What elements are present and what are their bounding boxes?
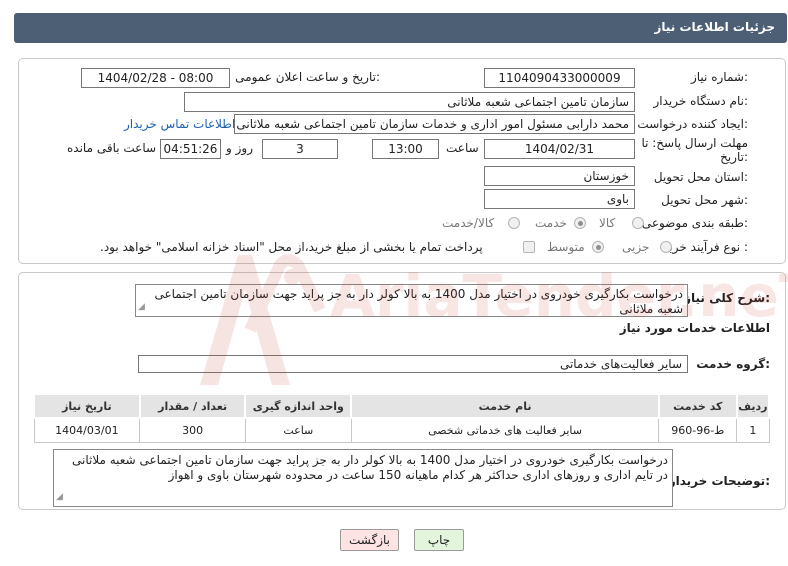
process-option-medium-radio[interactable]	[592, 241, 604, 253]
services-table: ردیف کد خدمت نام خدمت واحد اندازه گیری ت…	[33, 393, 771, 443]
creator-field[interactable]: محمد دارابی مسئول امور اداری و خدمات ساز…	[234, 114, 635, 134]
announce-field[interactable]: 1404/02/28 - 08:00	[81, 68, 230, 88]
buyer-label: نام دستگاه خریدار:	[653, 94, 749, 108]
category-label: طبقه بندی موضوعی:	[641, 216, 748, 230]
summary-text: درخواست بکارگیری خودروی در اختیار مدل 14…	[154, 287, 683, 316]
deadline-time-label: ساعت	[446, 141, 479, 155]
province-label: استان محل تحویل:	[653, 170, 748, 184]
category-option-goods-radio[interactable]	[632, 217, 644, 229]
cell-service-name: سایر فعالیت های خدماتی شخصی	[350, 417, 660, 443]
process-label: نوع فرآیند خرید :	[663, 240, 748, 254]
buyer-field[interactable]: سازمان تامین اجتماعی شعبه ملاثانی	[184, 92, 635, 112]
process-option-medium-label: متوسط	[547, 240, 585, 254]
column-header-row-number: ردیف	[735, 393, 771, 419]
resize-grip-icon[interactable]: ◢	[56, 490, 63, 505]
column-header-unit: واحد اندازه گیری	[244, 393, 353, 419]
need-info-panel	[18, 58, 786, 264]
category-option-goods-label: کالا	[599, 216, 616, 230]
summary-textarea[interactable]: درخواست بکارگیری خودروی در اختیار مدل 14…	[135, 284, 688, 317]
deadline-label: مهلت ارسال پاسخ: تا	[641, 136, 748, 150]
announce-label: تاریخ و ساعت اعلان عمومی:	[235, 70, 380, 84]
category-option-service-radio[interactable]	[574, 217, 586, 229]
category-option-service-label: خدمت	[535, 216, 567, 230]
time-remaining-label: ساعت باقی مانده	[67, 141, 157, 155]
buyer-notes-label: توضیحات خریدار:	[668, 474, 770, 488]
buyer-notes-text: درخواست بکارگیری خودروی در اختیار مدل 14…	[72, 453, 668, 482]
need-number-label: شماره نیاز:	[690, 70, 748, 84]
service-group-field[interactable]: سایر فعالیت‌های خدماتی	[138, 355, 688, 373]
cell-quantity: 300	[139, 417, 246, 443]
column-header-service-code: کد خدمت	[657, 393, 738, 419]
summary-label: شرح کلی نیاز:	[684, 291, 770, 305]
need-number-field[interactable]: 1104090433000009	[484, 68, 635, 88]
treasury-payment-checkbox[interactable]	[523, 241, 535, 253]
process-option-minor-radio[interactable]	[660, 241, 672, 253]
category-option-both-radio[interactable]	[508, 217, 520, 229]
treasury-payment-note: پرداخت تمام یا بخشی از مبلغ خرید،از محل …	[100, 240, 483, 254]
buyer-notes-textarea[interactable]: درخواست بکارگیری خودروی در اختیار مدل 14…	[53, 449, 673, 507]
province-field[interactable]: خوزستان	[484, 166, 635, 186]
back-button[interactable]: بازگشت	[340, 529, 399, 551]
buyer-contact-link[interactable]: اطلاعات تماس خریدار	[124, 117, 235, 131]
days-remaining-field[interactable]: 3	[262, 139, 338, 159]
cell-service-code: ط-96-960	[658, 417, 738, 443]
process-option-minor-label: جزیی	[622, 240, 650, 254]
resize-grip-icon[interactable]: ◢	[138, 300, 145, 315]
service-group-label: گروه خدمت:	[696, 357, 770, 371]
services-section-title: اطلاعات خدمات مورد نیاز	[619, 321, 770, 335]
page-header: جزئیات اطلاعات نیاز	[14, 13, 787, 43]
cell-need-date: 1404/03/01	[33, 417, 141, 443]
column-header-quantity: تعداد / مقدار	[138, 393, 247, 419]
page-title: جزئیات اطلاعات نیاز	[654, 20, 775, 34]
creator-label: ایجاد کننده درخواست:	[637, 117, 748, 131]
cell-row-number: 1	[736, 417, 770, 443]
column-header-service-name: نام خدمت	[350, 393, 660, 419]
deadline-time-field[interactable]: 13:00	[372, 139, 439, 159]
time-remaining-field[interactable]: 04:51:26	[160, 139, 221, 159]
category-option-both-label: کالا/خدمت	[442, 216, 495, 230]
table-header-row: ردیف کد خدمت نام خدمت واحد اندازه گیری ت…	[33, 393, 771, 419]
city-label: شهر محل تحویل:	[661, 193, 748, 207]
cell-unit: ساعت	[244, 417, 352, 443]
print-button[interactable]: چاپ	[414, 529, 464, 551]
deadline-label-date: تاریخ:	[720, 150, 748, 164]
table-row[interactable]: 1 ط-96-960 سایر فعالیت های خدماتی شخصی س…	[33, 417, 770, 443]
column-header-need-date: تاریخ نیاز	[33, 393, 141, 419]
city-field[interactable]: باوی	[484, 189, 635, 209]
days-label: روز و	[226, 141, 253, 155]
deadline-date-field[interactable]: 1404/02/31	[484, 139, 635, 159]
